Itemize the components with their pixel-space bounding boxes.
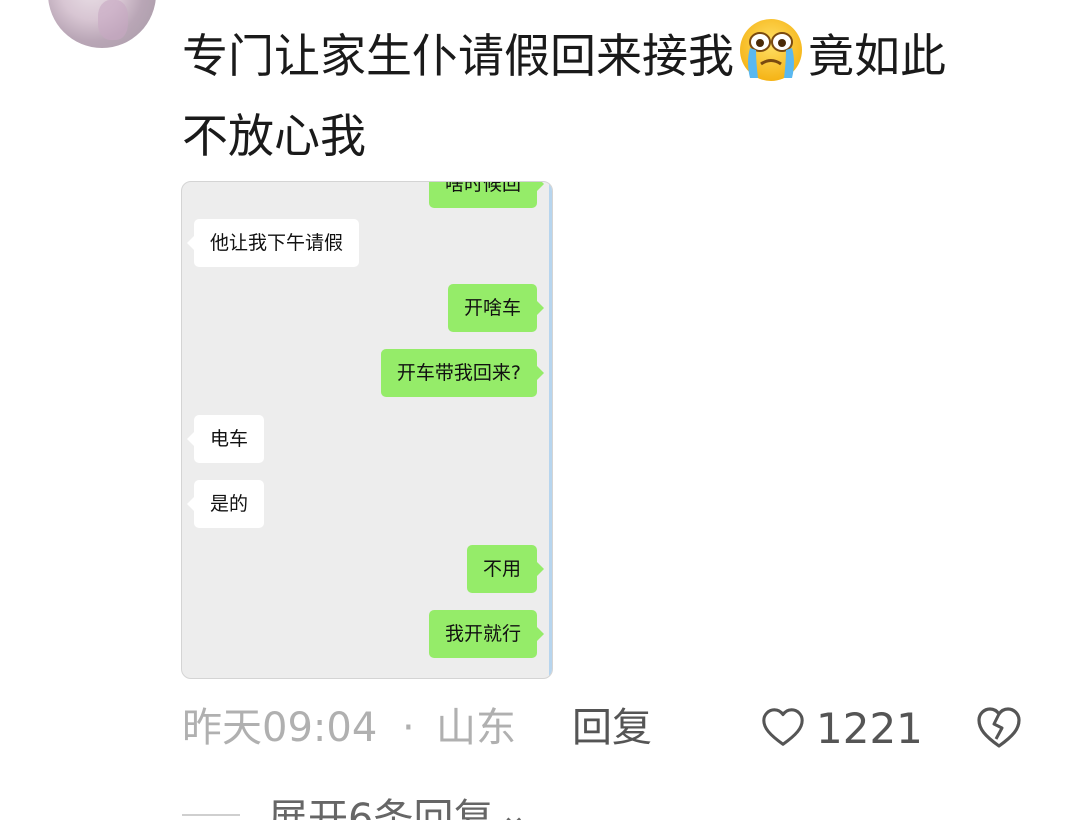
- comment-page: 专门让家生仆请假回来接我 竟如此 不放心我 啥时候回 他让我下午请假 开啥车 开…: [0, 0, 1080, 820]
- chat-bubble-sent: 我开就行: [428, 610, 545, 658]
- chat-bubble-received: 是的: [186, 480, 265, 528]
- screenshot-edge: [549, 182, 552, 678]
- chat-bubble-received: 电车: [186, 415, 265, 463]
- comment-text-part1: 专门让家生仆请假回来接我: [182, 29, 734, 83]
- comment-text-part2: 竟如此: [808, 29, 946, 83]
- chat-screenshot-image[interactable]: 啥时候回 他让我下午请假 开啥车 开车带我回来? 电车 是的 不用 我开就行: [181, 181, 553, 679]
- chat-bubble-received: 他让我下午请假: [186, 219, 360, 267]
- dislike-button[interactable]: [974, 703, 1024, 753]
- comment-location: 山东: [436, 705, 516, 751]
- crying-face-icon: [736, 14, 806, 84]
- chat-bubble-sent: 开啥车: [447, 284, 545, 332]
- expand-replies-button[interactable]: 展开6条回复 ⌄: [182, 790, 528, 820]
- comment-text-part3: 不放心我: [182, 109, 366, 163]
- broken-heart-icon: [977, 707, 1021, 748]
- chat-bubble-sent: 不用: [466, 545, 545, 593]
- meta-separator: ·: [402, 705, 415, 751]
- comment-time: 昨天09:04: [182, 705, 378, 751]
- chevron-down-icon: ⌄: [499, 795, 528, 820]
- expand-replies-label: 展开6条回复: [268, 796, 494, 820]
- divider-line: [182, 814, 240, 816]
- chat-bubble-partial: 啥时候回: [428, 182, 545, 208]
- heart-icon: [762, 708, 804, 746]
- comment-text: 专门让家生仆请假回来接我 竟如此 不放心我: [182, 14, 1042, 176]
- reply-button[interactable]: 回复: [572, 700, 652, 756]
- chat-bubble-sent: 开车带我回来?: [380, 349, 545, 397]
- avatar[interactable]: [48, 0, 156, 48]
- like-count: 1221: [816, 703, 923, 753]
- like-button[interactable]: 1221: [760, 700, 923, 756]
